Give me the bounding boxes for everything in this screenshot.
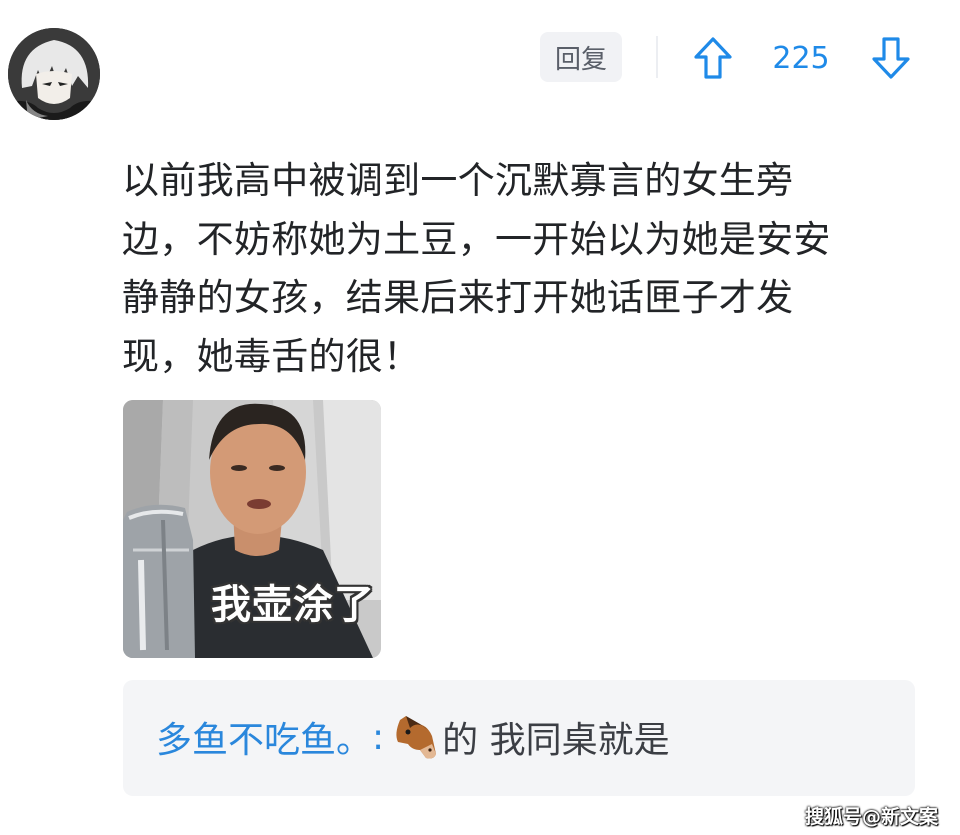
- upvote-arrow-icon[interactable]: [693, 36, 733, 80]
- downvote-arrow-icon[interactable]: [871, 36, 911, 80]
- comment-text: 以前我高中被调到一个沉默寡言的女生旁 边，不妨称她为土豆，一开始以为她是安安 静…: [122, 152, 922, 386]
- sub-reply-box[interactable]: 多鱼不吃鱼。 : 的 我同桌就是: [123, 680, 915, 796]
- comment-line: 边，不妨称她为土豆，一开始以为她是安安: [122, 217, 831, 261]
- reply-button[interactable]: 回复: [540, 32, 622, 82]
- vote-count: 225: [772, 40, 830, 76]
- meme-image[interactable]: 我壶涂了: [123, 400, 381, 658]
- sub-reply-line: 多鱼不吃鱼。 : 的 我同桌就是: [156, 712, 670, 762]
- meme-caption: 我壶涂了: [211, 582, 375, 628]
- sub-reply-username[interactable]: 多鱼不吃鱼。: [156, 711, 372, 763]
- comment-line: 以前我高中被调到一个沉默寡言的女生旁: [122, 159, 794, 202]
- watermark: 搜狐号@新文案: [804, 806, 938, 828]
- comment-line: 现，她毒舌的很！: [122, 334, 421, 378]
- user-avatar[interactable]: [8, 28, 100, 120]
- comment-line: 静静的女孩，结果后来打开她话匣子才发: [122, 276, 794, 319]
- action-divider: [656, 36, 658, 78]
- avatar-image: [8, 28, 100, 120]
- sub-reply-colon: :: [372, 716, 385, 758]
- sub-reply-text: 的 我同桌就是: [442, 720, 670, 761]
- horse-face-icon: [396, 716, 437, 759]
